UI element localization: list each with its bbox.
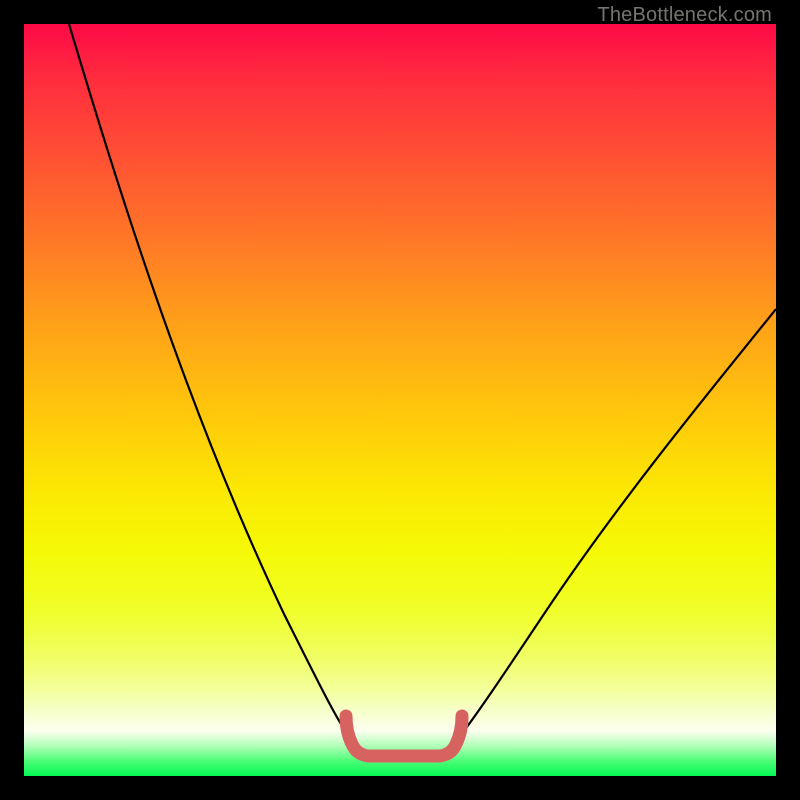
plot-area bbox=[24, 24, 776, 776]
watermark-text: TheBottleneck.com bbox=[597, 4, 772, 27]
chart-container: TheBottleneck.com bbox=[0, 0, 800, 800]
optimal-zone-marker bbox=[346, 716, 462, 756]
bottleneck-curve bbox=[69, 24, 776, 754]
chart-svg bbox=[24, 24, 776, 776]
